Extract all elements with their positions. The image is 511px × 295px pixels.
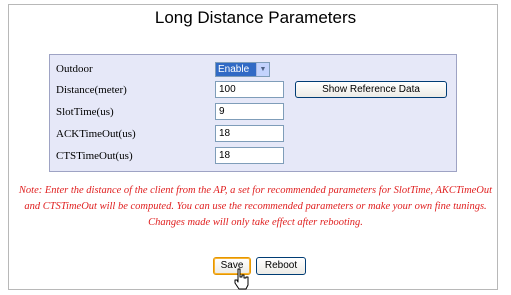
slottime-row: SlotTime(us) 9 — [50, 103, 456, 123]
distance-label: Distance(meter) — [56, 84, 127, 96]
chevron-down-icon[interactable]: ▼ — [256, 63, 269, 76]
acktimeout-label: ACKTimeOut(us) — [56, 128, 136, 140]
ctstimeout-label: CTSTimeOut(us) — [56, 150, 133, 162]
distance-input[interactable]: 100 — [215, 81, 284, 98]
note-text: Note: Enter the distance of the client f… — [18, 185, 493, 228]
distance-row: Distance(meter) 100 Show Reference Data — [50, 81, 456, 101]
page-title: Long Distance Parameters — [154, 8, 357, 27]
outdoor-select[interactable]: Enable ▼ — [215, 62, 270, 77]
hand-cursor-icon — [234, 268, 249, 290]
reboot-button[interactable]: Reboot — [256, 257, 306, 275]
acktimeout-row: ACKTimeOut(us) 18 — [50, 125, 456, 145]
slottime-label: SlotTime(us) — [56, 106, 114, 118]
ctstimeout-row: CTSTimeOut(us) 18 — [50, 147, 456, 167]
outdoor-row: Outdoor Enable ▼ — [50, 60, 456, 80]
parameters-panel: Outdoor Enable ▼ Distance(meter) 100 Sho… — [49, 54, 457, 172]
show-reference-data-button[interactable]: Show Reference Data — [295, 81, 447, 98]
ctstimeout-input[interactable]: 18 — [215, 147, 284, 164]
acktimeout-input[interactable]: 18 — [215, 125, 284, 142]
slottime-input[interactable]: 9 — [215, 103, 284, 120]
outdoor-selected-value: Enable — [216, 63, 256, 76]
outdoor-label: Outdoor — [56, 63, 93, 75]
